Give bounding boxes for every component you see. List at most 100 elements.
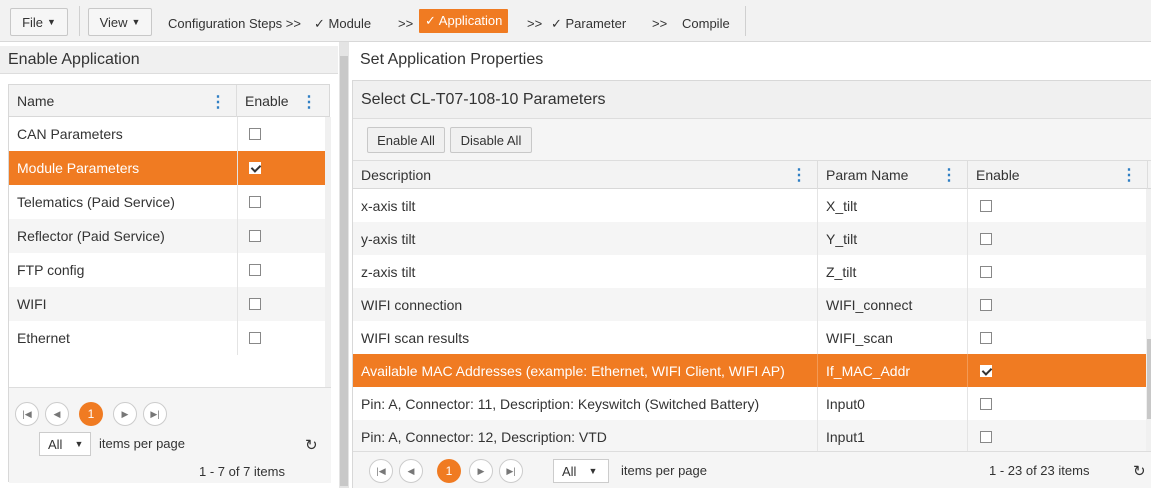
set-application-properties-title: Set Application Properties — [352, 46, 1151, 74]
refresh-icon[interactable]: ↻ — [1133, 462, 1146, 480]
row-enable — [237, 151, 325, 185]
enable-checkbox[interactable] — [980, 265, 992, 278]
table-row[interactable]: y-axis tilt Y_tilt — [353, 222, 1146, 255]
enable-all-button[interactable]: Enable All — [367, 127, 445, 153]
parameters-subtitle: Select CL-T07-108-10 Parameters — [353, 81, 1151, 119]
caret-down-icon: ▼ — [47, 17, 56, 27]
row-param-name: If_MAC_Addr — [818, 354, 968, 387]
row-description: WIFI connection — [353, 288, 818, 321]
left-panel-scrollbar[interactable] — [339, 42, 349, 488]
enable-checkbox[interactable] — [980, 331, 992, 344]
table-row[interactable]: Ethernet — [9, 321, 325, 355]
next-page-button[interactable]: ▶ — [469, 459, 493, 483]
items-per-page-label: items per page — [621, 463, 707, 478]
row-enable — [968, 288, 1146, 321]
table-row[interactable]: WIFI scan results WIFI_scan — [353, 321, 1146, 354]
row-name: WIFI — [17, 296, 47, 312]
row-name: FTP config — [17, 262, 85, 278]
step-separator: >> — [527, 16, 543, 31]
enable-checkbox[interactable] — [249, 230, 261, 242]
column-header-label: Name — [17, 93, 55, 109]
step-module[interactable]: ✓ Module — [314, 16, 371, 32]
table-row[interactable]: Pin: A, Connector: 12, Description: VTD I… — [353, 420, 1146, 453]
column-header-label: Description — [361, 167, 432, 183]
enable-checkbox[interactable] — [249, 128, 261, 140]
file-menu-button[interactable]: File ▼ — [10, 8, 68, 36]
table-row[interactable]: Pin: A, Connector: 11, Description: Keys… — [353, 387, 1146, 420]
current-page[interactable]: 1 — [79, 402, 103, 426]
next-page-button[interactable]: ▶ — [113, 402, 137, 426]
row-name: Module Parameters — [17, 160, 140, 176]
row-name: Reflector (Paid Service) — [17, 228, 165, 244]
enable-checkbox[interactable] — [980, 364, 992, 377]
enable-checkbox[interactable] — [980, 430, 992, 443]
prev-page-button[interactable]: ◀ — [45, 402, 69, 426]
column-header-enable[interactable]: Enable ⋮ — [968, 161, 1148, 189]
grid-header: Name ⋮ Enable ⋮ — [9, 85, 329, 117]
row-description: WIFI scan results — [353, 321, 818, 354]
enable-checkbox[interactable] — [249, 298, 261, 310]
enable-checkbox[interactable] — [249, 264, 261, 276]
step-separator: >> — [398, 16, 414, 31]
grid-scrollbar[interactable] — [1146, 189, 1151, 451]
current-page[interactable]: 1 — [437, 459, 461, 483]
column-header-description[interactable]: Description ⋮ — [353, 161, 818, 189]
column-menu-icon[interactable]: ⋮ — [301, 92, 317, 112]
step-application[interactable]: ✓ Application — [419, 9, 509, 33]
row-description: Pin: A, Connector: 12, Description: VTD — [353, 420, 818, 453]
enable-checkbox[interactable] — [980, 199, 992, 212]
grid-pager: |◀ ◀ 1 ▶ ▶| All ▼ items per page ↻ 1 - 7… — [9, 387, 331, 483]
enable-checkbox[interactable] — [249, 196, 261, 208]
column-menu-icon[interactable]: ⋮ — [1121, 165, 1137, 185]
last-page-button[interactable]: ▶| — [143, 402, 167, 426]
row-enable — [237, 287, 325, 321]
row-enable — [968, 420, 1146, 453]
last-page-button[interactable]: ▶| — [499, 459, 523, 483]
column-header-label: Param Name — [826, 167, 909, 183]
page-size-select[interactable]: All ▼ — [39, 432, 91, 456]
table-row[interactable]: WIFI connection WIFI_connect — [353, 288, 1146, 321]
grid-scrollbar[interactable] — [325, 117, 331, 387]
grid-header: Description ⋮ Param Name ⋮ Enable ⋮ — [353, 161, 1151, 189]
toolbar-divider — [745, 6, 746, 36]
step-parameter[interactable]: ✓ Parameter — [551, 16, 626, 32]
table-row[interactable]: WIFI — [9, 287, 325, 321]
table-row[interactable]: CAN Parameters — [9, 117, 325, 151]
table-row[interactable]: Available MAC Addresses (example: Ethern… — [353, 354, 1146, 387]
column-menu-icon[interactable]: ⋮ — [791, 165, 807, 185]
page-size-value: All — [48, 436, 63, 452]
page-size-select[interactable]: All ▼ — [553, 459, 609, 483]
caret-down-icon: ▼ — [131, 17, 141, 27]
view-menu-button[interactable]: View ▼ — [88, 8, 152, 36]
column-header-name[interactable]: Name ⋮ — [9, 85, 237, 117]
table-row[interactable]: Module Parameters — [9, 151, 325, 185]
refresh-icon[interactable]: ↻ — [305, 436, 318, 454]
column-header-param-name[interactable]: Param Name ⋮ — [818, 161, 968, 189]
row-description: z-axis tilt — [353, 255, 818, 288]
column-menu-icon[interactable]: ⋮ — [941, 165, 957, 185]
row-description: Available MAC Addresses (example: Ethern… — [353, 354, 818, 387]
first-page-button[interactable]: |◀ — [15, 402, 39, 426]
scrollbar-thumb[interactable] — [340, 56, 348, 486]
table-row[interactable]: x-axis tilt X_tilt — [353, 189, 1146, 222]
page-size-value: All — [562, 463, 577, 479]
step-compile[interactable]: Compile — [682, 16, 730, 31]
scrollbar-thumb[interactable] — [1147, 339, 1151, 419]
enable-checkbox[interactable] — [980, 298, 992, 311]
enable-checkbox[interactable] — [980, 232, 992, 245]
row-name: Ethernet — [17, 330, 70, 346]
table-row[interactable]: Reflector (Paid Service) — [9, 219, 325, 253]
row-param-name: Z_tilt — [818, 255, 968, 288]
enable-checkbox[interactable] — [249, 332, 261, 344]
first-page-button[interactable]: |◀ — [369, 459, 393, 483]
table-row[interactable]: Telematics (Paid Service) — [9, 185, 325, 219]
disable-all-button[interactable]: Disable All — [450, 127, 532, 153]
column-header-enable[interactable]: Enable ⋮ — [237, 85, 327, 117]
column-menu-icon[interactable]: ⋮ — [210, 92, 226, 112]
enable-checkbox[interactable] — [249, 162, 261, 174]
row-enable — [237, 185, 325, 219]
enable-checkbox[interactable] — [980, 397, 992, 410]
table-row[interactable]: z-axis tilt Z_tilt — [353, 255, 1146, 288]
table-row[interactable]: FTP config — [9, 253, 325, 287]
prev-page-button[interactable]: ◀ — [399, 459, 423, 483]
